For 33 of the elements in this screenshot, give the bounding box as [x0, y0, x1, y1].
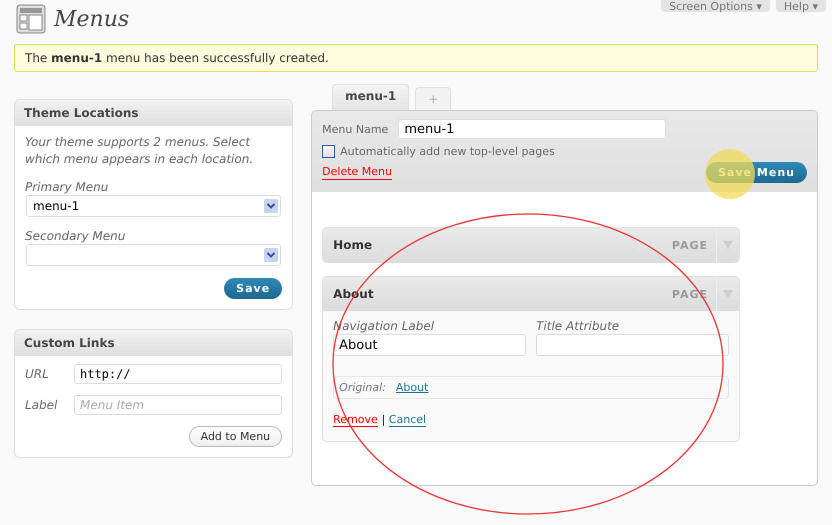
original-link[interactable]: About	[396, 381, 428, 394]
original-label: Original:	[339, 381, 386, 394]
description-text: Your theme supports 2 menus. Select which menu appears in each location.	[25, 134, 254, 168]
save-button[interactable]: Save	[224, 278, 282, 299]
click-highlight	[705, 149, 755, 199]
notice-message: The menu-1 menu has been successfully created.	[14, 44, 818, 72]
menu-name-field[interactable]: menu-1	[398, 119, 666, 139]
select-label: Secondary Menu	[25, 229, 126, 243]
field-label: Title Attribute	[536, 319, 620, 333]
select-label: Primary Menu	[25, 180, 110, 194]
checkbox-label: Automatically add new top-level pages	[340, 145, 555, 158]
menu-name-label: Menu Name	[322, 122, 388, 136]
title-attribute-field[interactable]	[536, 334, 729, 356]
field-label: URL	[25, 367, 50, 381]
navigation-label-field[interactable]: About	[333, 334, 526, 356]
text-field[interactable]: Menu Item	[74, 395, 282, 415]
add-to-menu-button[interactable]: Add to Menu	[188, 426, 282, 447]
menu-item-title: Home	[333, 238, 374, 252]
page-title: Menus	[54, 6, 130, 32]
cancel-link[interactable]: Cancel	[388, 413, 426, 427]
menu-select[interactable]: menu-1	[26, 195, 282, 217]
header-button[interactable]: Help ▾	[776, 0, 826, 12]
menu-tab[interactable]: menu-1	[332, 84, 410, 110]
delete-menu-link[interactable]: Delete Menu	[322, 165, 392, 180]
header-button[interactable]: Screen Options ▾	[661, 0, 770, 12]
panel-title: Theme Locations	[15, 100, 292, 126]
text-field[interactable]: http://	[74, 364, 282, 384]
field-label: Label	[25, 398, 58, 412]
menu-select[interactable]	[26, 244, 282, 266]
menus-page-icon	[16, 4, 46, 34]
checkbox[interactable]	[322, 145, 336, 158]
panel-title: Custom Links	[15, 330, 292, 356]
item-type: PAGE	[672, 238, 708, 252]
